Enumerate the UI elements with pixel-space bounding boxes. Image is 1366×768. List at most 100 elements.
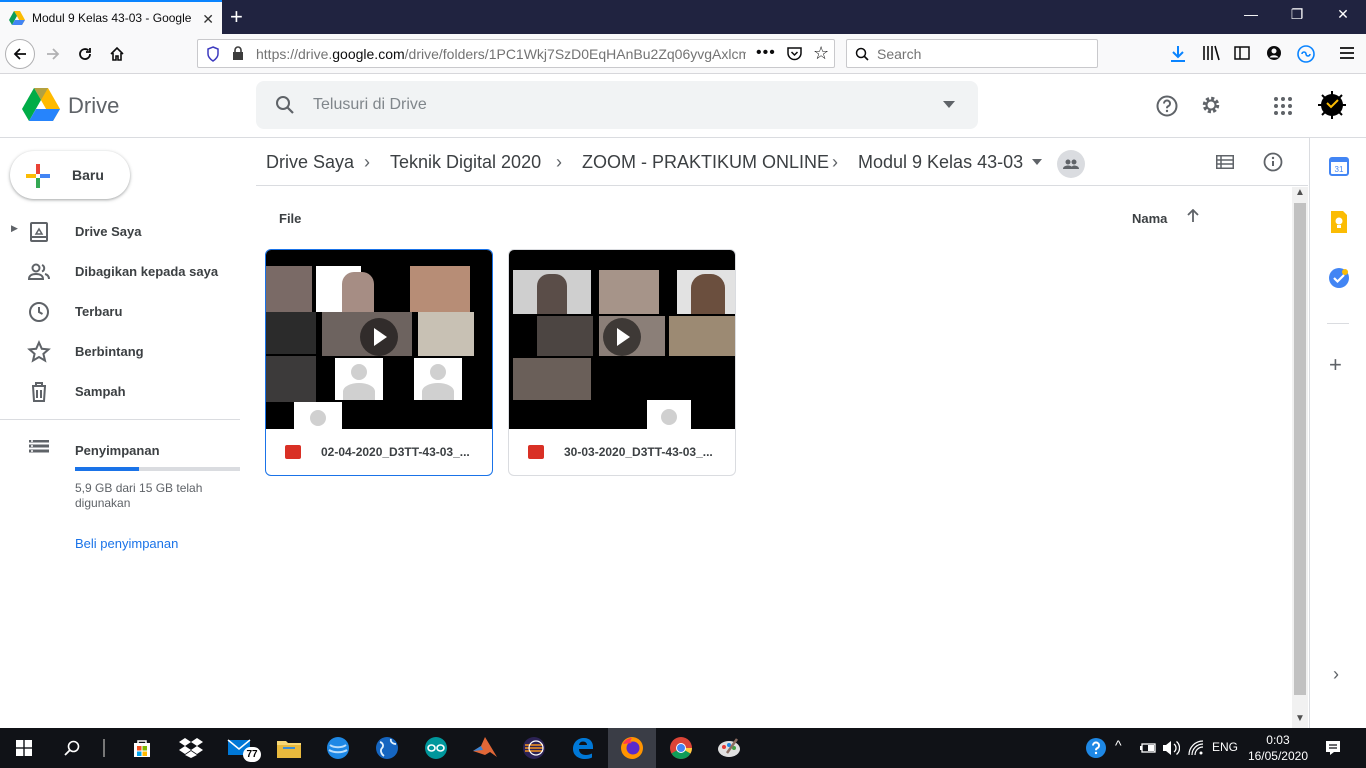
new-button[interactable]: Baru	[10, 151, 130, 199]
extension-icon[interactable]	[1297, 45, 1315, 63]
taskbar-app-file-explorer[interactable]	[265, 728, 313, 768]
page-actions-icon[interactable]: •••	[756, 44, 776, 62]
taskbar-app-matlab[interactable]	[461, 728, 509, 768]
lock-icon[interactable]	[232, 46, 244, 61]
browser-tab[interactable]: Modul 9 Kelas 43-03 - Google Drive ✕	[0, 0, 222, 34]
input-language-indicator[interactable]: ENG	[1212, 740, 1238, 754]
download-icon[interactable]	[1170, 45, 1186, 63]
taskbar-app-chrome[interactable]	[657, 728, 705, 768]
expand-panel-chevron-icon[interactable]: ›	[1333, 664, 1339, 685]
tab-close-icon[interactable]: ✕	[202, 11, 214, 28]
account-avatar[interactable]	[1317, 90, 1347, 120]
pocket-icon[interactable]	[787, 47, 802, 61]
windows-start-button[interactable]	[0, 728, 48, 768]
drive-search-box[interactable]: Telusuri di Drive	[256, 81, 978, 129]
taskbar-search-button[interactable]	[48, 728, 96, 768]
apps-grid-icon[interactable]	[1274, 97, 1292, 115]
arduino-icon	[425, 737, 447, 759]
bookmark-star-icon[interactable]: ☆	[813, 43, 829, 64]
expand-arrow-icon[interactable]: ▶	[11, 223, 18, 234]
scroll-down-icon[interactable]: ▼	[1295, 713, 1305, 724]
show-hidden-icons-icon[interactable]: ^	[1115, 737, 1122, 753]
shared-folder-icon[interactable]	[1057, 150, 1085, 178]
taskbar-app-edge[interactable]	[559, 728, 607, 768]
sidebar-item-recent[interactable]: Terbaru	[0, 291, 240, 331]
notifications-icon[interactable]	[1325, 740, 1341, 756]
home-button[interactable]	[102, 39, 132, 69]
forward-arrow-icon	[47, 48, 60, 60]
sidebar-item-starred[interactable]: Berbintang	[0, 331, 240, 371]
breadcrumb-item[interactable]: Teknik Digital 2020	[390, 152, 541, 173]
taskbar-app-paint[interactable]	[706, 728, 754, 768]
sidebar-toggle-icon[interactable]	[1234, 46, 1250, 60]
calendar-icon[interactable]: 31	[1329, 156, 1349, 176]
sidebar-item-my-drive[interactable]: ▶ Drive Saya	[0, 211, 240, 251]
sidebar-item-trash[interactable]: Sampah	[0, 371, 240, 411]
battery-icon[interactable]	[1139, 741, 1157, 755]
list-view-icon[interactable]	[1216, 155, 1234, 169]
globe-app-icon	[327, 737, 349, 759]
taskbar-app-arduino[interactable]	[412, 728, 460, 768]
side-panel-divider	[1327, 323, 1349, 324]
minimize-icon[interactable]: —	[1228, 6, 1274, 22]
paint-icon	[718, 738, 740, 757]
new-tab-icon[interactable]: +	[230, 4, 243, 30]
taskbar-app-dropbox[interactable]	[167, 728, 215, 768]
shield-icon[interactable]	[206, 46, 220, 62]
file-card[interactable]: 02-04-2020_D3TT-43-03_...	[265, 249, 493, 476]
help-icon[interactable]	[1156, 95, 1178, 117]
drive-header: Drive Telusuri di Drive	[0, 74, 1366, 138]
taskbar-app-firefox[interactable]	[608, 728, 656, 768]
scroll-up-icon[interactable]: ▲	[1295, 187, 1305, 198]
dropbox-icon	[179, 738, 203, 758]
back-button[interactable]	[5, 39, 35, 69]
tasks-icon[interactable]	[1328, 267, 1350, 289]
forward-button[interactable]	[38, 39, 68, 69]
window-close-icon[interactable]: ✕	[1320, 6, 1366, 23]
sort-by-name-button[interactable]: Nama	[1132, 211, 1167, 226]
video-thumbnail	[509, 250, 735, 429]
info-icon[interactable]	[1263, 152, 1283, 172]
drive-app-name[interactable]: Drive	[68, 93, 119, 119]
menu-icon[interactable]	[1340, 46, 1354, 60]
settings-gear-icon[interactable]	[1200, 94, 1222, 116]
storage-bar	[75, 467, 240, 471]
sidebar-item-shared[interactable]: Dibagikan kepada saya	[0, 251, 240, 291]
volume-icon[interactable]	[1162, 740, 1180, 756]
restore-icon[interactable]: ❐	[1274, 6, 1320, 23]
home-icon	[110, 46, 124, 61]
sidebar-item-label: Dibagikan kepada saya	[75, 264, 219, 279]
taskbar-app-eclipse[interactable]	[510, 728, 558, 768]
scrollbar[interactable]: ▲ ▼	[1292, 187, 1308, 728]
storage-icon[interactable]	[29, 440, 49, 456]
help-tray-icon[interactable]	[1085, 737, 1107, 759]
wifi-icon[interactable]	[1188, 740, 1204, 756]
account-icon[interactable]	[1266, 45, 1282, 61]
breadcrumb-current-folder[interactable]: Modul 9 Kelas 43-03	[858, 152, 1023, 173]
drive-logo-icon[interactable]	[22, 88, 60, 122]
reload-button[interactable]	[70, 39, 100, 69]
play-icon[interactable]	[360, 318, 398, 356]
file-card[interactable]: 30-03-2020_D3TT-43-03_...	[508, 249, 736, 476]
breadcrumb-item[interactable]: Drive Saya	[266, 152, 354, 173]
folder-menu-dropdown-icon[interactable]	[1032, 159, 1042, 165]
breadcrumb-item[interactable]: ZOOM - PRAKTIKUM ONLINE	[582, 152, 829, 173]
scrollbar-thumb[interactable]	[1294, 203, 1306, 695]
taskbar-app-store[interactable]	[118, 728, 166, 768]
storage-label[interactable]: Penyimpanan	[75, 443, 160, 458]
browser-search-box[interactable]: Search	[846, 39, 1098, 68]
address-bar[interactable]: https://drive.google.com/drive/folders/1…	[197, 39, 835, 68]
system-clock[interactable]: 0:03 16/05/2020	[1248, 732, 1308, 764]
sort-ascending-arrow-icon[interactable]	[1187, 209, 1199, 223]
buy-storage-link[interactable]: Beli penyimpanan	[75, 536, 178, 551]
add-addon-icon[interactable]: +	[1329, 352, 1342, 378]
library-icon[interactable]	[1202, 45, 1220, 61]
taskbar-app-world[interactable]	[363, 728, 411, 768]
keep-icon[interactable]	[1329, 211, 1349, 233]
taskbar-app-globe[interactable]	[314, 728, 362, 768]
taskbar-app-mail[interactable]: 77	[216, 728, 264, 768]
search-icon[interactable]	[275, 95, 295, 115]
search-options-dropdown-icon[interactable]	[943, 101, 955, 108]
play-icon[interactable]	[603, 318, 641, 356]
google-drive-favicon-icon	[9, 11, 25, 25]
